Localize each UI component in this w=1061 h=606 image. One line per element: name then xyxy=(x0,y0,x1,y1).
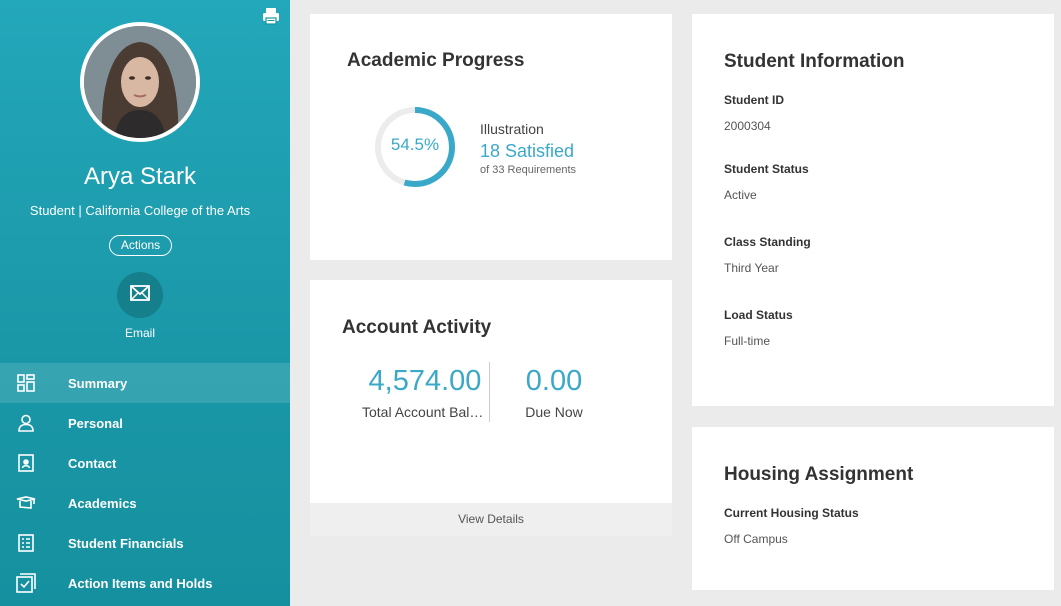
sidebar-item-action-items-and-holds[interactable]: Action Items and Holds xyxy=(0,563,290,603)
requirements-satisfied[interactable]: 18 Satisfied xyxy=(480,141,574,162)
card-title: Student Information xyxy=(724,51,905,72)
document-list-icon xyxy=(16,533,36,553)
sidebar-item-label: Action Items and Holds xyxy=(68,575,213,591)
sidebar-item-label: Personal xyxy=(68,415,123,431)
student-id-value: 2000304 xyxy=(724,119,771,133)
program-name: Illustration xyxy=(480,121,544,137)
person-icon xyxy=(16,413,36,433)
housing-status-value: Off Campus xyxy=(724,532,788,546)
student-status-value: Active xyxy=(724,188,757,202)
view-details-button[interactable]: View Details xyxy=(310,503,672,536)
email-label: Email xyxy=(124,326,155,340)
due-now-label: Due Now xyxy=(525,404,583,420)
account-balance-value: 4,574.00 xyxy=(368,365,482,397)
profile-sidebar: Arya Stark Student | California College … xyxy=(0,0,290,606)
class-standing-label: Class Standing xyxy=(724,235,811,249)
checklist-icon xyxy=(16,573,36,593)
sidebar-item-label: Summary xyxy=(68,375,128,391)
sidebar-item-student-financials[interactable]: Student Financials xyxy=(0,523,290,563)
dashboard-grid-icon xyxy=(16,373,36,393)
user-name: Arya Stark xyxy=(83,163,197,190)
sidebar-item-academics[interactable]: Academics xyxy=(0,483,290,523)
card-title: Account Activity xyxy=(342,317,492,338)
housing-assignment-card: Housing Assignment Current Housing Statu… xyxy=(692,427,1054,590)
printer-icon[interactable] xyxy=(261,6,281,26)
sidebar-item-contact[interactable]: Contact xyxy=(0,443,290,483)
account-activity-card: Account Activity 4,574.00 Total Account … xyxy=(310,280,672,536)
card-title: Housing Assignment xyxy=(724,464,914,485)
sidebar-item-personal[interactable]: Personal xyxy=(0,403,290,443)
sidebar-item-label: Student Financials xyxy=(68,535,184,551)
load-status-value: Full-time xyxy=(724,334,771,348)
email-button[interactable] xyxy=(117,272,163,318)
mortarboard-icon xyxy=(16,493,36,513)
class-standing-value: Third Year xyxy=(724,261,779,275)
sidebar-nav: Summary Personal Contact Academics Stude… xyxy=(0,363,290,603)
progress-percent: 54.5% xyxy=(390,135,440,154)
due-now-value: 0.00 xyxy=(525,365,583,397)
sidebar-item-summary[interactable]: Summary xyxy=(0,363,290,403)
load-status-label: Load Status xyxy=(724,308,793,322)
envelope-icon xyxy=(130,284,150,306)
student-status-label: Student Status xyxy=(724,162,809,176)
account-balance-label: Total Account Balance xyxy=(362,404,488,420)
sidebar-item-label: Contact xyxy=(68,455,117,471)
user-subtitle: Student | California College of the Arts xyxy=(29,203,251,218)
requirements-total: of 33 Requirements xyxy=(480,164,576,176)
housing-status-label: Current Housing Status xyxy=(724,506,859,520)
avatar xyxy=(80,22,200,142)
student-information-card: Student Information Student ID 2000304 S… xyxy=(692,14,1054,406)
divider xyxy=(489,362,490,422)
academic-progress-card: Academic Progress 54.5% Illustration 18 … xyxy=(310,14,672,260)
student-id-label: Student ID xyxy=(724,93,784,107)
contact-card-icon xyxy=(16,453,36,473)
actions-button[interactable]: Actions xyxy=(109,235,172,256)
card-title: Academic Progress xyxy=(347,50,525,71)
sidebar-item-label: Academics xyxy=(68,495,137,511)
